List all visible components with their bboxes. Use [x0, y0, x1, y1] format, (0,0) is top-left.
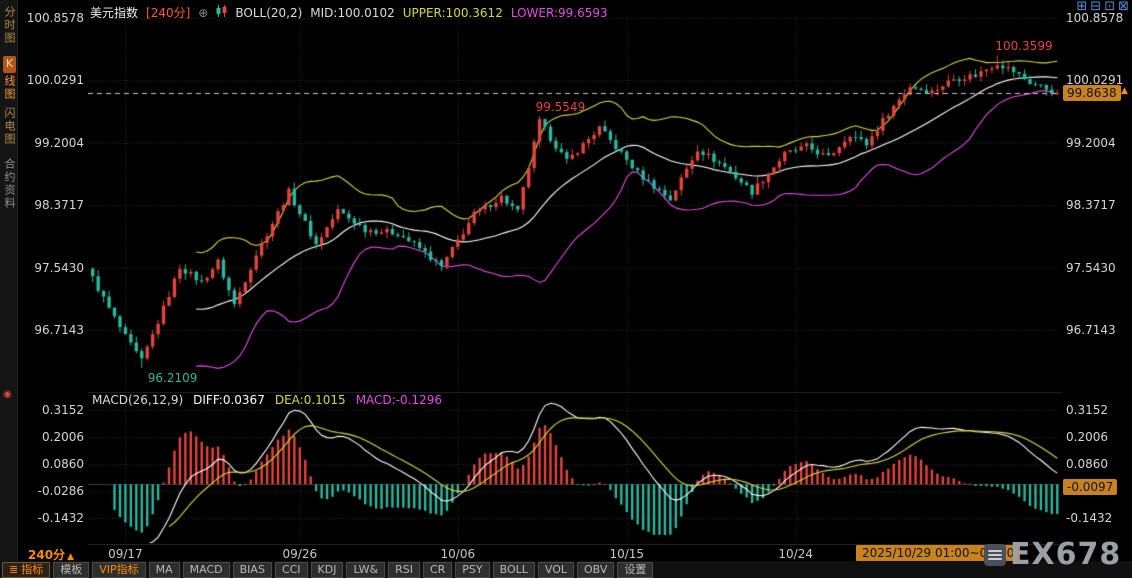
- circle-plus-icon[interactable]: ⊕: [198, 6, 208, 20]
- menu-icon: ≣: [9, 563, 19, 576]
- toolbar-tab-label: 指标: [21, 563, 44, 576]
- x-axis-date-label: 09/26: [282, 547, 318, 561]
- annotation-low-price: 96.2109: [147, 370, 198, 385]
- price-axis-tick-left: 97.5430: [34, 260, 84, 275]
- toolbar-tab-label: BOLL: [499, 563, 528, 576]
- toolbar-tab-label: BIAS: [239, 563, 265, 576]
- macd-axis-tick-left: 0.0860: [42, 457, 84, 471]
- toolbar-tab-label: PSY: [462, 563, 483, 576]
- toolbar-tab-rsi[interactable]: RSI: [388, 562, 420, 578]
- period-label[interactable]: [240分]: [146, 4, 190, 21]
- ex678-logo-icon: [984, 544, 1006, 566]
- symbol-title: 美元指数: [90, 6, 139, 20]
- toolbar-tab-label: OBV: [584, 563, 608, 576]
- annotation-swing-high: 99.5549: [535, 100, 586, 115]
- toolbar-tab-templates[interactable]: 模板: [53, 562, 90, 578]
- toolbar-tab-obv[interactable]: OBV: [577, 562, 615, 578]
- macd-axis-tick-left: -0.1432: [37, 511, 84, 525]
- sidebar-item-contract-info[interactable]: 合约资料: [2, 158, 16, 210]
- candle-icon: [216, 5, 227, 20]
- bottom-toolbar: ≣ 指标 模板 VIP指标 MA MACD BIAS CCI KDJ LW& RSI CR PSY BOL…: [0, 561, 1132, 578]
- toolbar-tab-settings[interactable]: 设置: [617, 562, 654, 578]
- price-axis-tick-left: 98.3717: [34, 198, 84, 213]
- kline-k-badge: K: [3, 56, 16, 73]
- toolbar-tab-label: LW&: [353, 563, 379, 576]
- x-axis-date-label: 09/17: [108, 547, 143, 561]
- toolbar-tab-lw[interactable]: LW&: [346, 562, 386, 578]
- macd-axis-tick-left: 0.2006: [42, 430, 84, 444]
- macd-params-label: MACD(26,12,9): [92, 393, 184, 407]
- price-axis-tick-right: 99.2004: [1066, 135, 1116, 150]
- timeframe-text: 240分: [28, 548, 66, 562]
- price-axis-tick-left: 100.0291: [26, 73, 84, 88]
- price-axis-tick-right: 98.3717: [1066, 198, 1116, 213]
- toolbar-tab-bias[interactable]: BIAS: [232, 562, 272, 578]
- price-axis-tick-right: 96.7143: [1066, 323, 1116, 337]
- toolbar-tab-label: 模板: [60, 563, 83, 576]
- x-axis-date-label: 10/24: [778, 547, 813, 561]
- toolbar-tab-ma[interactable]: MA: [148, 562, 180, 578]
- macd-macd-value: MACD:-0.1296: [355, 393, 443, 407]
- macd-header: MACD(26,12,9) DIFF:0.0367 DEA:0.1015 MAC…: [92, 393, 442, 407]
- macd-dea-value: DEA:0.1015: [274, 393, 346, 407]
- watermark-text: EX678: [1010, 537, 1122, 572]
- price-axis-tick-right: 100.0291: [1066, 73, 1124, 88]
- toolbar-tab-boll[interactable]: BOLL: [492, 562, 535, 578]
- chart-app: 分时图 K 线图 闪电图 合约资料 ◉ 美元指数 [240分] ⊕ BOLL(20…: [0, 0, 1132, 578]
- boll-mid-value: MID:100.0102: [310, 5, 395, 20]
- boll-lower-value: LOWER:99.6593: [510, 5, 608, 20]
- macd-axis-tick-left: -0.0286: [37, 484, 84, 498]
- toolbar-tab-label: 设置: [624, 563, 647, 576]
- kline-label: 线图: [3, 75, 16, 101]
- toolbar-tab-label: MACD: [189, 563, 223, 576]
- toolbar-tab-vip-indicators[interactable]: VIP指标: [92, 562, 146, 578]
- toolbar-tab-label: VIP指标: [99, 563, 139, 576]
- sidebar-item-time-chart[interactable]: 分时图: [2, 6, 16, 45]
- x-axis-date-label: 10/06: [440, 547, 476, 561]
- toolbar-tab-label: MA: [155, 563, 173, 576]
- price-axis-tick-left: 100.8578: [26, 11, 84, 25]
- indicator-dot-icon[interactable]: ◉: [3, 389, 12, 400]
- toolbar-tab-macd[interactable]: MACD: [182, 562, 230, 578]
- toolbar-tab-cr[interactable]: CR: [422, 562, 453, 578]
- macd-axis-tick-left: 0.3152: [42, 403, 84, 417]
- toolbar-tab-label: CCI: [281, 563, 301, 576]
- macd-axis-tick-right: 0.3152: [1066, 403, 1108, 417]
- sidebar-item-kline-chart[interactable]: K 线图: [2, 56, 16, 101]
- toolbar-tab-label: CR: [429, 563, 446, 576]
- macd-diff-value: DIFF:0.0367: [193, 393, 265, 407]
- chart-canvas[interactable]: [88, 0, 1062, 545]
- toolbar-tab-label: RSI: [395, 563, 413, 576]
- macd-axis-tick-right: 0.2006: [1066, 430, 1108, 444]
- boll-upper-value: UPPER:100.3612: [402, 5, 503, 20]
- toolbar-tab-cci[interactable]: CCI: [274, 562, 308, 578]
- boll-params-label: BOLL(20,2): [235, 5, 303, 20]
- toolbar-tab-indicators[interactable]: ≣ 指标: [2, 562, 51, 578]
- price-up-arrow-icon: ▲: [1121, 86, 1128, 96]
- sidebar-item-lightning-chart[interactable]: 闪电图: [2, 107, 16, 146]
- price-axis-tick-left: 99.2004: [34, 135, 84, 150]
- chart-header: 美元指数 [240分] ⊕ BOLL(20,2) MID:100.0102 UP…: [90, 4, 608, 21]
- toolbar-tab-label: KDJ: [317, 563, 337, 576]
- toolbar-tab-vol[interactable]: VOL: [537, 562, 575, 578]
- toolbar-tab-kdj[interactable]: KDJ: [310, 562, 344, 578]
- price-axis-tick-left: 96.7143: [34, 323, 84, 337]
- macd-axis-tick-right: -0.1432: [1066, 511, 1113, 525]
- price-axis-tick-right: 100.8578: [1066, 11, 1124, 25]
- price-axis-tick-right: 97.5430: [1066, 260, 1116, 275]
- x-axis-date-label: 10/15: [609, 547, 645, 561]
- macd-value-badge: -0.0097: [1063, 478, 1118, 495]
- toolbar-tab-label: VOL: [544, 563, 568, 576]
- sidebar: 分时图 K 线图 闪电图 合约资料: [0, 0, 18, 561]
- toolbar-tab-psy[interactable]: PSY: [455, 562, 490, 578]
- watermark: EX678: [984, 540, 1121, 570]
- macd-axis-tick-right: 0.0860: [1066, 457, 1108, 471]
- annotation-high-price: 100.3599: [995, 39, 1053, 54]
